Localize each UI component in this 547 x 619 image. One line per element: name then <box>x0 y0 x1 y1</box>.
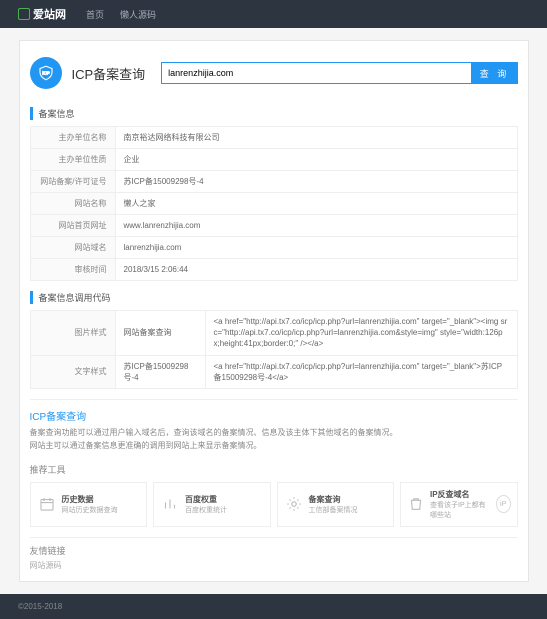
search-box: 查 询 <box>161 62 517 84</box>
search-row: ICP ICP备案查询 查 询 <box>30 51 518 101</box>
tool-title: 备案查询 <box>309 494 358 505</box>
tool-title: 百度权重 <box>185 494 227 505</box>
tool-icon <box>407 494 425 514</box>
table-row: 图片样式网站备案查询<a href="http://api.tx7.co/icp… <box>30 311 517 356</box>
tool-sub: 工信部备案情况 <box>309 505 358 515</box>
desc-title: ICP备案查询 <box>30 408 518 423</box>
table-row: 网站名称懒人之家 <box>30 193 517 215</box>
code-header: 备案信息调用代码 <box>30 291 518 304</box>
code-snippet[interactable]: <a href="http://api.tx7.co/icp/icp.php?u… <box>205 355 517 388</box>
tool-title: IP反查域名 <box>430 489 491 500</box>
table-row: 主办单位性质企业 <box>30 149 517 171</box>
tool-icon <box>37 494 57 514</box>
info-key: 审核时间 <box>30 259 115 281</box>
search-title: ICP备案查询 <box>72 64 146 83</box>
info-header: 备案信息 <box>30 107 518 120</box>
tool-item[interactable]: 历史数据网站历史数据查询 <box>30 482 148 527</box>
logo-icon <box>18 8 30 20</box>
info-key: 网站备案/许可证号 <box>30 171 115 193</box>
info-table: 主办单位名称南京裕达网络科技有限公司主办单位性质企业网站备案/许可证号苏ICP备… <box>30 126 518 281</box>
table-row: 文字样式苏ICP备15009298号-4<a href="http://api.… <box>30 355 517 388</box>
nav-links: 首页 懒人源码 <box>86 8 156 21</box>
tool-sub: 网站历史数据查询 <box>62 505 118 515</box>
tool-item[interactable]: IP反查域名查看该子IP上都有哪些站 iP <box>400 482 518 527</box>
tool-title: 历史数据 <box>62 494 118 505</box>
info-key: 网站域名 <box>30 237 115 259</box>
code-table: 图片样式网站备案查询<a href="http://api.tx7.co/icp… <box>30 310 518 389</box>
tool-icon <box>284 494 304 514</box>
code-key: 文字样式 <box>30 355 115 388</box>
table-row: 网站备案/许可证号苏ICP备15009298号-4 <box>30 171 517 193</box>
logo[interactable]: 爱站网 <box>18 6 66 22</box>
icp-badge-icon: ICP <box>30 57 62 89</box>
info-key: 网站首页网址 <box>30 215 115 237</box>
tool-item[interactable]: 备案查询工信部备案情况 <box>277 482 395 527</box>
info-val: www.lanrenzhijia.com <box>115 215 517 237</box>
info-val: 南京裕达网络科技有限公司 <box>115 127 517 149</box>
tool-icon <box>160 494 180 514</box>
links-item[interactable]: 网站源码 <box>30 560 518 571</box>
code-sample: 苏ICP备15009298号-4 <box>115 355 205 388</box>
info-val: 2018/3/15 2:06:44 <box>115 259 517 281</box>
domain-input[interactable] <box>161 62 471 84</box>
info-key: 主办单位性质 <box>30 149 115 171</box>
tools-header: 推荐工具 <box>30 463 518 476</box>
table-row: 主办单位名称南京裕达网络科技有限公司 <box>30 127 517 149</box>
query-button[interactable]: 查 询 <box>472 62 518 84</box>
copyright: ©2015-2018 <box>18 602 62 611</box>
table-row: 网站域名lanrenzhijia.com <box>30 237 517 259</box>
tool-sub: 百度权重统计 <box>185 505 227 515</box>
desc-line-1: 备案查询功能可以通过用户输入域名后，查询该域名的备案情况、信息及该主体下其他域名… <box>30 427 518 440</box>
nav-source[interactable]: 懒人源码 <box>120 8 156 21</box>
info-key: 网站名称 <box>30 193 115 215</box>
links-title: 友情链接 <box>30 544 518 557</box>
description-block: ICP备案查询 备案查询功能可以通过用户输入域名后，查询该域名的备案情况、信息及… <box>30 399 518 453</box>
friend-links: 友情链接 网站源码 <box>30 537 518 571</box>
svg-text:ICP: ICP <box>42 71 50 76</box>
desc-line-2: 网站主可以通过备案信息更准确的调用到网站上来显示备案情况。 <box>30 440 518 453</box>
info-val: 苏ICP备15009298号-4 <box>115 171 517 193</box>
top-nav: 爱站网 首页 懒人源码 <box>0 0 547 28</box>
brand-text: 爱站网 <box>33 6 66 22</box>
info-val: 企业 <box>115 149 517 171</box>
info-val: 懒人之家 <box>115 193 517 215</box>
tools-row: 历史数据网站历史数据查询百度权重百度权重统计备案查询工信部备案情况IP反查域名查… <box>30 482 518 527</box>
code-key: 图片样式 <box>30 311 115 356</box>
code-snippet[interactable]: <a href="http://api.tx7.co/icp/icp.php?u… <box>205 311 517 356</box>
ip-icon: iP <box>496 495 511 513</box>
info-key: 主办单位名称 <box>30 127 115 149</box>
table-row: 审核时间2018/3/15 2:06:44 <box>30 259 517 281</box>
code-sample: 网站备案查询 <box>115 311 205 356</box>
main-container: ICP ICP备案查询 查 询 备案信息 主办单位名称南京裕达网络科技有限公司主… <box>19 40 529 582</box>
info-val: lanrenzhijia.com <box>115 237 517 259</box>
tool-sub: 查看该子IP上都有哪些站 <box>430 500 491 520</box>
footer: ©2015-2018 <box>0 594 547 619</box>
table-row: 网站首页网址www.lanrenzhijia.com <box>30 215 517 237</box>
tool-item[interactable]: 百度权重百度权重统计 <box>153 482 271 527</box>
nav-home[interactable]: 首页 <box>86 8 104 21</box>
